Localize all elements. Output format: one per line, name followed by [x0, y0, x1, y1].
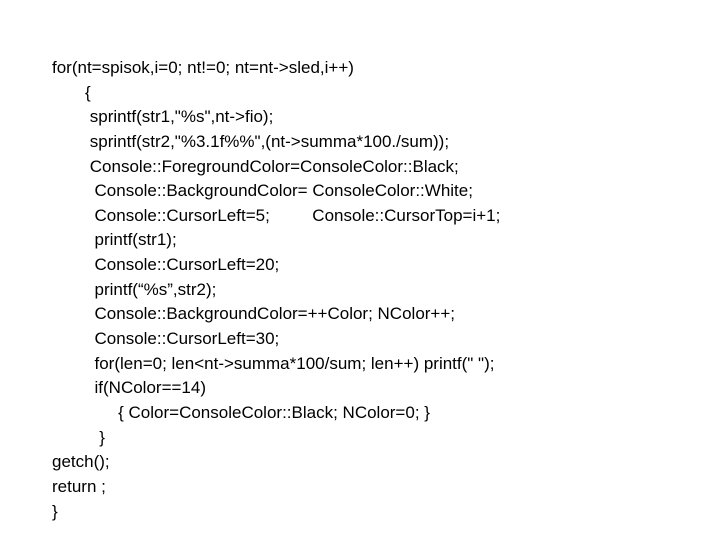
code-block: for(nt=spisok,i=0; nt!=0; nt=nt->sled,i+…: [0, 0, 720, 524]
code-line: Console::CursorLeft=5; Console::CursorTo…: [52, 204, 720, 229]
code-line: sprintf(str2,"%3.1f%%",(nt->summa*100./s…: [52, 130, 720, 155]
code-line: if(NColor==14): [52, 376, 720, 401]
code-line: sprintf(str1,"%s",nt->fio);: [52, 105, 720, 130]
code-line: Console::BackgroundColor=++Color; NColor…: [52, 302, 720, 327]
code-line: Console::BackgroundColor= ConsoleColor::…: [52, 179, 720, 204]
code-line: Console::CursorLeft=30;: [52, 327, 720, 352]
code-line: printf(str1);: [52, 228, 720, 253]
code-line: for(nt=spisok,i=0; nt!=0; nt=nt->sled,i+…: [52, 56, 720, 81]
code-line: }: [52, 426, 720, 451]
code-line: {: [52, 81, 720, 106]
code-line: }: [52, 500, 720, 525]
code-line: getch();: [52, 450, 720, 475]
code-line: for(len=0; len<nt->summa*100/sum; len++)…: [52, 352, 720, 377]
code-line: return ;: [52, 475, 720, 500]
code-line: { Color=ConsoleColor::Black; NColor=0; }: [52, 401, 720, 426]
code-line: Console::CursorLeft=20;: [52, 253, 720, 278]
code-line: printf(“%s”,str2);: [52, 278, 720, 303]
code-line: Console::ForegroundColor=ConsoleColor::B…: [52, 155, 720, 180]
